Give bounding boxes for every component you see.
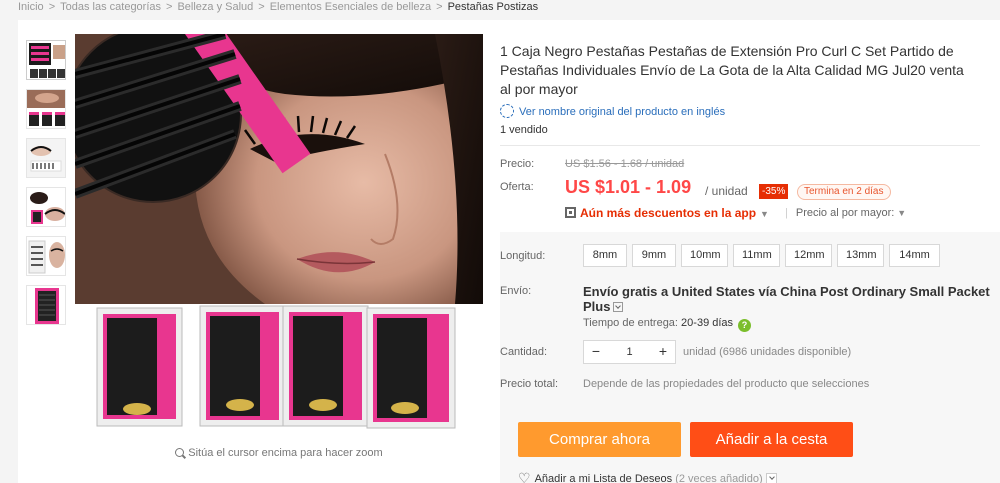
length-label: Longitud:: [500, 250, 546, 262]
translate-icon: [500, 104, 514, 118]
zoom-hint: Sitúa el cursor encima para hacer zoom: [75, 447, 483, 459]
quantity-decrement-button[interactable]: −: [584, 341, 608, 363]
shipping-method[interactable]: Envío gratis a United States vía China P…: [583, 284, 993, 314]
sale-price: US $1.01 - 1.09: [565, 177, 692, 197]
original-price: US $1.56 - 1.68 / unidad: [565, 158, 685, 170]
help-icon[interactable]: ?: [738, 319, 752, 332]
add-to-cart-button[interactable]: Añadir a la cesta: [690, 422, 853, 457]
price-box: Precio: US $1.56 - 1.68 / unidad Oferta:…: [500, 146, 1000, 232]
length-option-10mm[interactable]: 10mm: [681, 244, 728, 267]
length-option-8mm[interactable]: 8mm: [583, 244, 627, 267]
length-option-14mm[interactable]: 14mm: [889, 244, 940, 267]
breadcrumb-all-categories[interactable]: Todas las categorías: [60, 1, 161, 13]
breadcrumb-beauty-health[interactable]: Belleza y Salud: [177, 1, 253, 13]
qr-code-icon: [565, 207, 576, 218]
thumbnail-5[interactable]: [26, 236, 66, 276]
magnifier-icon: [175, 448, 185, 457]
thumbnail-6[interactable]: [26, 285, 66, 325]
chevron-down-icon: ▼: [897, 208, 907, 218]
quantity-input[interactable]: [608, 341, 651, 363]
thumbnail-4[interactable]: [26, 187, 66, 227]
length-options: 8mm 9mm 10mm 11mm 12mm 13mm 14mm: [583, 244, 945, 267]
chevron-down-icon[interactable]: [765, 473, 777, 483]
discount-badge: -35%: [759, 184, 789, 199]
wishlist-count: (2 veces añadido): [675, 473, 763, 483]
breadcrumb-home[interactable]: Inicio: [18, 1, 44, 13]
breadcrumb: Inicio > Todas las categorías > Belleza y Sa…: [18, 1, 539, 13]
price-unit: / unidad: [705, 184, 748, 198]
sale-ends-badge: Termina en 2 días: [797, 184, 891, 200]
product-title: 1 Caja Negro Pestañas Pestañas de Extens…: [500, 43, 964, 97]
product-panel: Sitúa el cursor encima para hacer zoom 1…: [18, 20, 1000, 483]
chevron-down-icon: ▼: [760, 209, 769, 219]
quantity-label: Cantidad:: [500, 346, 548, 358]
breadcrumb-false-eyelashes[interactable]: Pestañas Postizas: [448, 1, 539, 13]
buy-now-button[interactable]: Comprar ahora: [518, 422, 681, 457]
quantity-stepper: − +: [583, 340, 676, 364]
delivery-time: Tiempo de entrega: 20-39 días?: [583, 317, 752, 332]
product-info: 1 Caja Negro Pestañas Pestañas de Extens…: [500, 20, 1000, 483]
thumbnail-2[interactable]: [26, 89, 66, 129]
shipping-label: Envío:: [500, 285, 532, 297]
thumbnail-3[interactable]: [26, 138, 66, 178]
thumbnail-1[interactable]: [26, 40, 66, 80]
original-price-label: Precio:: [500, 158, 535, 170]
total-price-note: Depende de las propiedades del producto …: [583, 378, 870, 390]
total-price-label: Precio total:: [500, 378, 559, 390]
heart-icon: ♡: [518, 470, 531, 483]
thumbnail-strip: [26, 40, 68, 334]
length-option-12mm[interactable]: 12mm: [785, 244, 832, 267]
stock-availability: unidad (6986 unidades disponible): [683, 346, 852, 358]
wholesale-price-dropdown[interactable]: | Precio al por mayor: ▼: [785, 207, 906, 219]
main-product-image[interactable]: [75, 34, 483, 304]
quantity-increment-button[interactable]: +: [651, 341, 675, 363]
length-option-13mm[interactable]: 13mm: [837, 244, 884, 267]
breadcrumb-beauty-essentials[interactable]: Elementos Esenciales de belleza: [270, 1, 431, 13]
translate-title-link[interactable]: Ver nombre original del producto en ingl…: [500, 104, 725, 118]
product-secondary-image: [75, 304, 483, 434]
sold-count: 1 vendido: [500, 124, 548, 136]
length-option-11mm[interactable]: 11mm: [733, 244, 780, 267]
sale-price-label: Oferta:: [500, 181, 534, 193]
chevron-down-icon[interactable]: [613, 302, 624, 312]
add-to-wishlist-link[interactable]: ♡ Añadir a mi Lista de Deseos (2 veces añ…: [518, 470, 777, 483]
app-deal-link[interactable]: Aún más descuentos en la app ▼: [565, 206, 769, 220]
length-option-9mm[interactable]: 9mm: [632, 244, 676, 267]
